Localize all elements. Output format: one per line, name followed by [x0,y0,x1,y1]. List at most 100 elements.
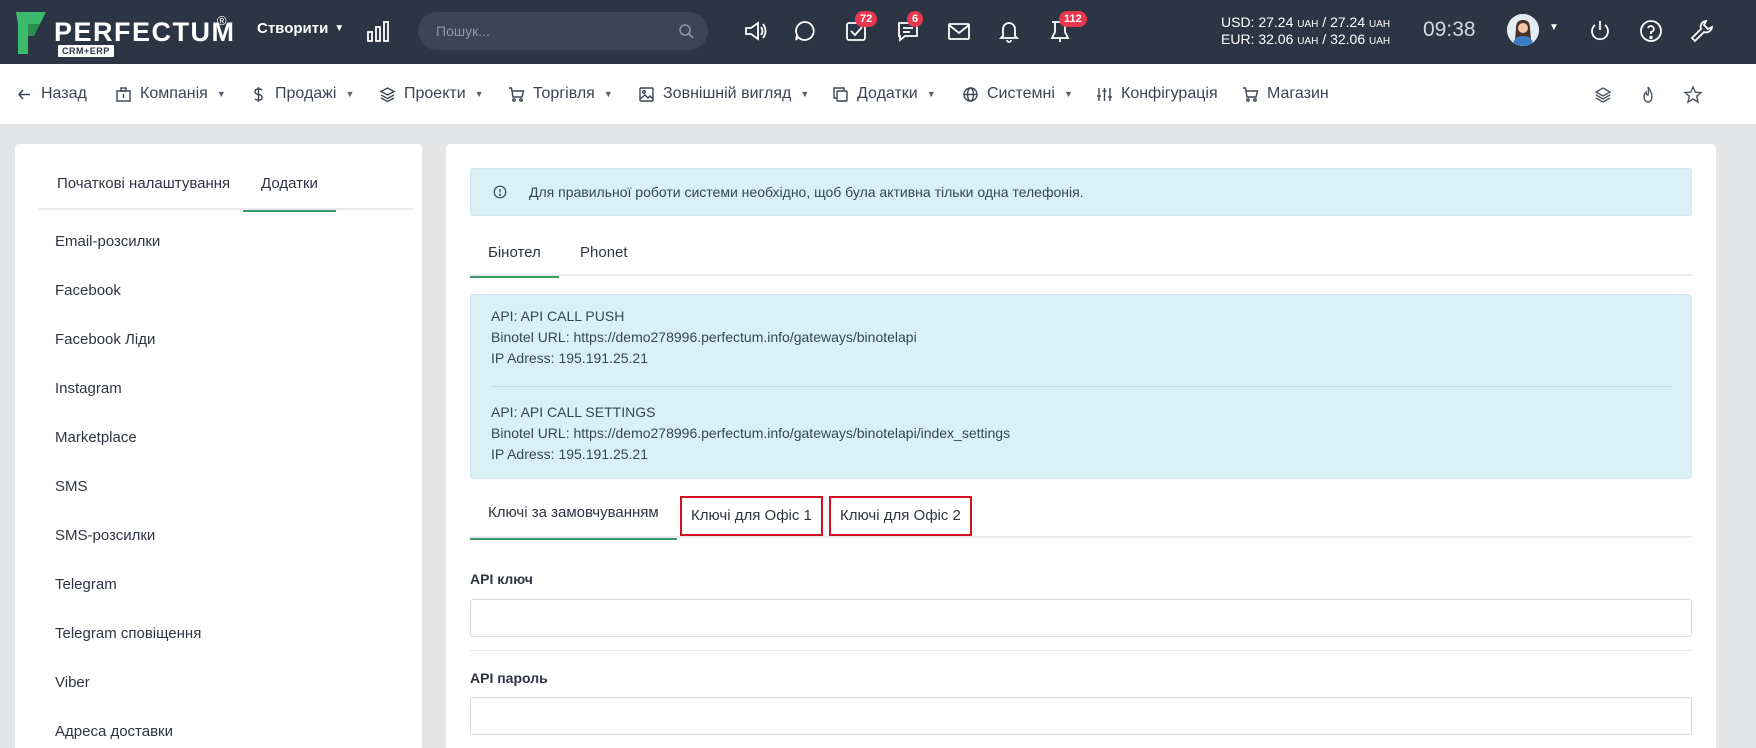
bar-chart-icon[interactable] [366,19,390,43]
avatar[interactable] [1507,14,1539,46]
copy-icon [833,86,848,102]
search-icon[interactable] [678,23,694,39]
nav-sales[interactable]: Продажі ▼ [250,85,354,103]
chevron-down-icon: ▼ [216,89,226,99]
rate-separator: / [1322,31,1327,47]
sidebar-item-sms-campaigns[interactable]: SMS-розсилки [55,525,201,574]
layers-icon [379,86,396,102]
tasks-icon[interactable]: 72 [843,11,878,44]
chat-bubble-icon[interactable] [792,18,818,44]
help-icon[interactable] [1638,18,1664,44]
sidebar-item-viber[interactable]: Viber [55,672,201,721]
api-ip: IP Adress: 195.191.25.21 [491,446,648,462]
messages-icon[interactable]: 6 [895,11,924,44]
clock: 09:38 [1423,18,1476,41]
usd-buy: 27.24 [1258,14,1294,30]
usd-sell: 27.24 [1330,14,1366,30]
logo[interactable]: PERFECTUM ® CRM+ERP [14,10,234,57]
api-key-input[interactable] [470,599,1692,637]
divider [470,650,1692,651]
api-key-label: API ключ [470,571,533,587]
sidebar-item-facebook[interactable]: Facebook [55,280,201,329]
fire-icon[interactable] [1638,85,1658,105]
reminders-badge: 112 [1059,11,1087,27]
telephony-settings-panel: Для правильної роботи системи необхідно,… [446,144,1716,748]
eur-buy: 32.06 [1258,31,1294,47]
sidebar-item-email-campaigns[interactable]: Email-розсилки [55,231,201,280]
nav-trade[interactable]: Торгівля ▼ [508,85,613,103]
nav-shop[interactable]: Магазин [1242,85,1329,103]
nav-shop-label: Магазин [1267,85,1329,102]
api-password-input[interactable] [470,697,1692,735]
tab-phonet[interactable]: Phonet [562,234,646,276]
tab-office-2-keys[interactable]: Ключі для Офіс 2 [829,496,972,536]
building-icon [116,86,131,102]
logo-mark-icon [16,12,46,54]
chevron-down-icon: ▼ [800,89,810,99]
currency-label: UAH [1297,36,1319,47]
chevron-down-icon: ▼ [603,89,613,99]
chevron-down-icon[interactable]: ▼ [1549,22,1559,33]
bell-icon[interactable] [996,18,1022,44]
mail-icon[interactable] [946,18,972,44]
sidebar-item-instagram[interactable]: Instagram [55,378,201,427]
logo-registered-mark: ® [217,13,227,28]
nav-addons-label: Додатки [857,85,918,102]
key-tabs: Ключі за замовчуванням Ключі для Офіс 1 … [470,494,1692,540]
tab-office-1-keys[interactable]: Ключі для Офіс 1 [680,496,823,536]
tab-binotel[interactable]: Бінотел [470,234,559,278]
tab-default-keys[interactable]: Ключі за замовчуванням [470,494,677,540]
usd-label: USD: [1221,14,1255,30]
nav-company[interactable]: Компанія ▼ [115,85,226,103]
reminder-icon[interactable]: 112 [1047,11,1087,44]
nav-projects[interactable]: Проекти ▼ [379,85,484,103]
tab-initial-settings[interactable]: Початкові налаштування [39,162,248,210]
search-box [418,12,708,50]
nav-trade-label: Торгівля [533,85,595,102]
sidebar-item-sms[interactable]: SMS [55,476,201,525]
star-icon[interactable] [1683,85,1703,105]
search-input[interactable] [436,21,666,41]
sidebar-item-telegram[interactable]: Telegram [55,574,201,623]
nav-back[interactable]: Назад [16,85,87,103]
usd-rate: USD: 27.24 UAH / 27.24 UAH [1221,15,1390,32]
sidebar-item-marketplace[interactable]: Marketplace [55,427,201,476]
eur-sell: 32.06 [1330,31,1366,47]
nav-system[interactable]: Системні ▼ [962,85,1073,103]
sidebar-item-delivery-address[interactable]: Адреса доставки [55,721,201,748]
api-block-settings: API: API CALL SETTINGS Binotel URL: http… [491,402,1010,465]
tab-addons[interactable]: Додатки [243,162,336,212]
currency-label: UAH [1297,19,1319,30]
nav-back-label: Назад [41,85,87,102]
globe-icon [963,86,978,102]
nav-addons[interactable]: Додатки ▼ [832,85,936,103]
api-password-label: API пароль [470,670,548,686]
layers-icon[interactable] [1593,85,1613,105]
wrench-icon[interactable] [1689,18,1715,44]
create-dropdown-button[interactable]: Створити ▼ [257,20,344,37]
info-alert: Для правильної роботи системи необхідно,… [470,168,1692,216]
divider [491,386,1671,387]
power-icon[interactable] [1587,18,1613,44]
messages-badge: 6 [907,11,924,27]
currency-label: UAH [1369,36,1391,47]
api-url: Binotel URL: https://demo278996.perfectu… [491,425,1011,441]
nav-projects-label: Проекти [404,85,466,102]
create-label: Створити [257,20,329,37]
alert-text: Для правильної роботи системи необхідно,… [529,184,1084,200]
chevron-down-icon: ▼ [345,89,355,99]
api-block-push: API: API CALL PUSH Binotel URL: https://… [491,306,917,369]
nav-config[interactable]: Конфігурація [1096,85,1218,103]
sidebar-tabs: Початкові налаштування Додатки [39,162,413,212]
megaphone-icon[interactable] [742,18,768,44]
arrow-left-icon [17,89,30,99]
nav-appearance[interactable]: Зовнішній вигляд ▼ [638,85,809,103]
eur-label: EUR: [1221,31,1255,47]
sidebar-item-facebook-leads[interactable]: Facebook Ліди [55,329,201,378]
settings-sidebar: Початкові налаштування Додатки Email-роз… [15,144,422,748]
sidebar-item-telegram-notifications[interactable]: Telegram сповіщення [55,623,201,672]
nav-sales-label: Продажі [275,85,337,102]
tasks-badge: 72 [855,11,878,27]
rate-separator: / [1322,14,1327,30]
image-icon [639,86,654,102]
